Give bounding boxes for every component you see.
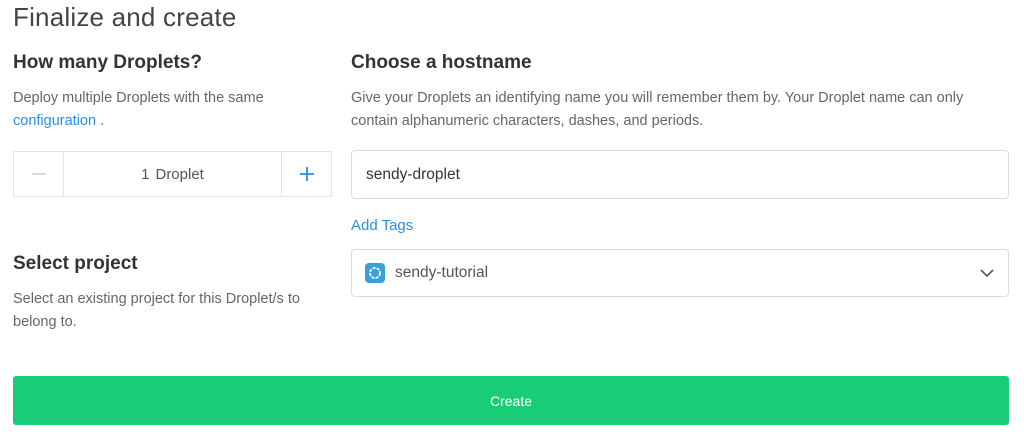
minus-icon (31, 173, 46, 175)
droplet-count-stepper: 1 Droplet (13, 151, 332, 197)
project-select-value: sendy-tutorial (395, 264, 489, 281)
project-select[interactable]: sendy-tutorial (351, 249, 1009, 297)
project-icon-glyph (369, 267, 381, 279)
increment-button[interactable] (281, 152, 331, 196)
decrement-button[interactable] (14, 152, 64, 196)
page-title: Finalize and create (13, 2, 237, 32)
project-icon (365, 263, 385, 283)
plus-icon (299, 167, 314, 181)
droplets-heading: How many Droplets? (13, 52, 202, 73)
finalize-section: Finalize and create How many Droplets? D… (0, 0, 1024, 437)
hostname-description: Give your Droplets an identifying name y… (351, 90, 964, 129)
chevron-down-icon (979, 265, 995, 281)
project-heading: Select project (13, 253, 138, 274)
droplets-description: Deploy multiple Droplets with the same c… (13, 87, 333, 133)
project-description: Select an existing project for this Drop… (13, 291, 300, 330)
droplets-description-text: Deploy multiple Droplets with the same (13, 90, 264, 106)
add-tags-link[interactable]: Add Tags (351, 217, 413, 234)
droplets-description-trailing: . (100, 113, 105, 129)
configuration-link[interactable]: configuration (13, 113, 96, 129)
hostname-heading: Choose a hostname (351, 52, 532, 73)
create-button[interactable]: Create (13, 376, 1009, 425)
droplet-count-display: 1 Droplet (64, 152, 281, 196)
droplet-count-unit: Droplet (155, 165, 204, 183)
hostname-input[interactable] (351, 150, 1009, 199)
droplet-count-value: 1 (141, 165, 150, 183)
